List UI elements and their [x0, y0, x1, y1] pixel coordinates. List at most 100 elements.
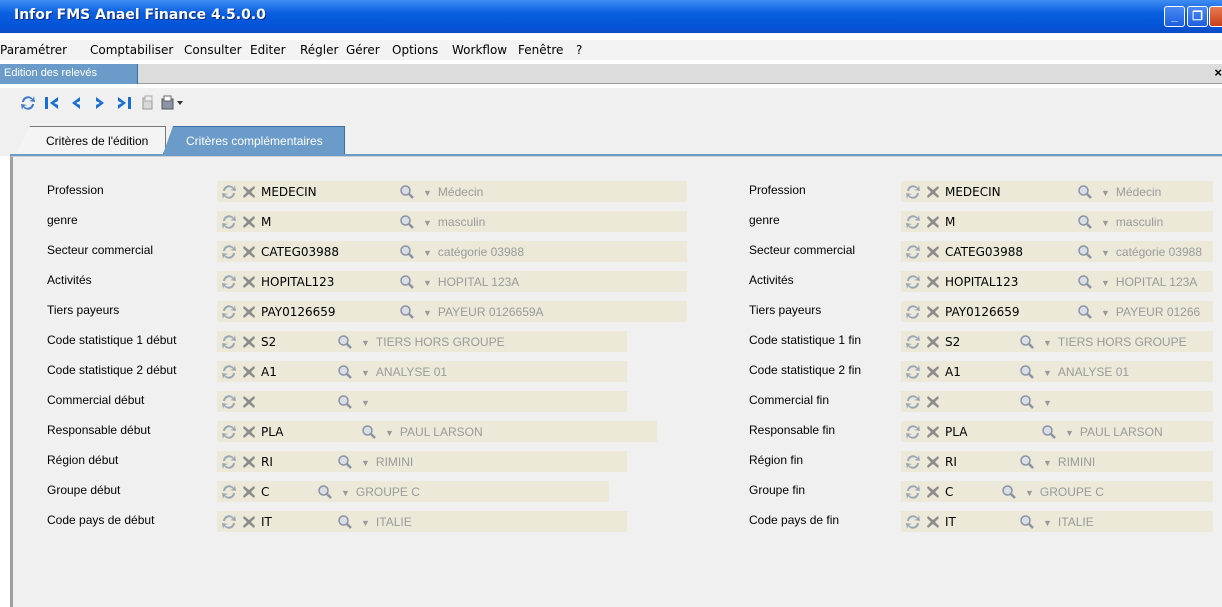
- menu-item[interactable]: Fenêtre: [518, 43, 563, 57]
- search-icon[interactable]: [1077, 304, 1093, 320]
- clear-icon[interactable]: [925, 364, 941, 380]
- refresh-icon[interactable]: [18, 93, 38, 113]
- refresh-icon[interactable]: [221, 364, 237, 380]
- tab-criteres-complementaires[interactable]: Critères complémentaires: [163, 126, 345, 154]
- clear-icon[interactable]: [241, 394, 257, 410]
- code-input[interactable]: A1: [945, 365, 961, 379]
- clear-icon[interactable]: [925, 184, 941, 200]
- search-icon[interactable]: [337, 454, 353, 470]
- code-input[interactable]: M: [261, 215, 271, 229]
- description-dropdown[interactable]: ▼ TIERS HORS GROUPE: [361, 335, 505, 349]
- code-input[interactable]: PLA: [945, 425, 967, 439]
- search-icon[interactable]: [1019, 394, 1035, 410]
- next-record-icon[interactable]: [90, 93, 110, 113]
- description-dropdown[interactable]: ▼ TIERS HORS GROUPE: [1043, 335, 1187, 349]
- description-dropdown[interactable]: ▼ catégorie 03988: [1101, 245, 1202, 259]
- code-input[interactable]: MEDECIN: [945, 185, 1001, 199]
- description-dropdown[interactable]: ▼ HOPITAL 123A: [423, 275, 519, 289]
- clear-icon[interactable]: [241, 484, 257, 500]
- description-dropdown[interactable]: ▼ PAUL LARSON: [385, 425, 483, 439]
- search-icon[interactable]: [337, 394, 353, 410]
- search-icon[interactable]: [1001, 484, 1017, 500]
- search-icon[interactable]: [1077, 244, 1093, 260]
- menu-item[interactable]: Options: [392, 43, 438, 57]
- description-dropdown[interactable]: ▼ masculin: [1101, 215, 1163, 229]
- dropdown-arrow-icon[interactable]: [174, 93, 186, 113]
- minimize-button[interactable]: _: [1164, 6, 1185, 27]
- search-icon[interactable]: [1077, 184, 1093, 200]
- clear-icon[interactable]: [925, 274, 941, 290]
- code-input[interactable]: HOPITAL123: [945, 275, 1018, 289]
- close-document-icon[interactable]: ×: [1214, 65, 1222, 80]
- description-dropdown[interactable]: ▼: [361, 395, 376, 409]
- menu-item[interactable]: Editer: [250, 43, 286, 57]
- code-input[interactable]: A1: [261, 365, 277, 379]
- code-input[interactable]: CATEG03988: [945, 245, 1023, 259]
- refresh-icon[interactable]: [221, 274, 237, 290]
- code-input[interactable]: IT: [261, 515, 272, 529]
- description-dropdown[interactable]: ▼ RIMINI: [1043, 455, 1095, 469]
- search-icon[interactable]: [399, 214, 415, 230]
- refresh-icon[interactable]: [221, 244, 237, 260]
- clear-icon[interactable]: [241, 244, 257, 260]
- clear-icon[interactable]: [925, 424, 941, 440]
- menu-item[interactable]: Consulter: [184, 43, 242, 57]
- clear-icon[interactable]: [925, 304, 941, 320]
- code-input[interactable]: RI: [261, 455, 273, 469]
- search-icon[interactable]: [1019, 454, 1035, 470]
- menu-item[interactable]: Régler: [300, 43, 338, 57]
- search-icon[interactable]: [337, 514, 353, 530]
- previous-record-icon[interactable]: [66, 93, 86, 113]
- search-icon[interactable]: [399, 274, 415, 290]
- clear-icon[interactable]: [241, 214, 257, 230]
- refresh-icon[interactable]: [905, 304, 921, 320]
- clear-icon[interactable]: [241, 184, 257, 200]
- refresh-icon[interactable]: [905, 454, 921, 470]
- refresh-icon[interactable]: [905, 244, 921, 260]
- tab-edition-des-releves[interactable]: Edition des relevés: [0, 64, 138, 84]
- menu-item[interactable]: Paramétrer: [0, 43, 67, 57]
- description-dropdown[interactable]: ▼: [1043, 395, 1058, 409]
- refresh-icon[interactable]: [905, 274, 921, 290]
- refresh-icon[interactable]: [905, 214, 921, 230]
- description-dropdown[interactable]: ▼ PAUL LARSON: [1065, 425, 1163, 439]
- refresh-icon[interactable]: [905, 364, 921, 380]
- code-input[interactable]: C: [261, 485, 269, 499]
- description-dropdown[interactable]: ▼ ANALYSE 01: [1043, 365, 1129, 379]
- tab-criteres-edition[interactable]: Critères de l'édition: [16, 126, 166, 154]
- code-input[interactable]: S2: [261, 335, 276, 349]
- clear-icon[interactable]: [925, 244, 941, 260]
- search-icon[interactable]: [1019, 514, 1035, 530]
- clear-icon[interactable]: [241, 304, 257, 320]
- close-window-button[interactable]: [1209, 6, 1222, 27]
- clear-icon[interactable]: [241, 424, 257, 440]
- clear-icon[interactable]: [241, 514, 257, 530]
- description-dropdown[interactable]: ▼ PAYEUR 0126659A: [423, 305, 544, 319]
- refresh-icon[interactable]: [221, 184, 237, 200]
- search-icon[interactable]: [361, 424, 377, 440]
- code-input[interactable]: PLA: [261, 425, 283, 439]
- code-input[interactable]: HOPITAL123: [261, 275, 334, 289]
- refresh-icon[interactable]: [905, 184, 921, 200]
- code-input[interactable]: M: [945, 215, 955, 229]
- code-input[interactable]: S2: [945, 335, 960, 349]
- search-icon[interactable]: [399, 184, 415, 200]
- search-icon[interactable]: [399, 304, 415, 320]
- code-input[interactable]: PAY0126659: [261, 305, 336, 319]
- clear-icon[interactable]: [925, 214, 941, 230]
- clear-icon[interactable]: [241, 454, 257, 470]
- search-icon[interactable]: [317, 484, 333, 500]
- clear-icon[interactable]: [241, 334, 257, 350]
- refresh-icon[interactable]: [221, 514, 237, 530]
- search-icon[interactable]: [1077, 214, 1093, 230]
- refresh-icon[interactable]: [221, 424, 237, 440]
- refresh-icon[interactable]: [221, 214, 237, 230]
- description-dropdown[interactable]: ▼ HOPITAL 123A: [1101, 275, 1197, 289]
- refresh-icon[interactable]: [221, 394, 237, 410]
- description-dropdown[interactable]: ▼ Médecin: [423, 185, 483, 199]
- description-dropdown[interactable]: ▼ Médecin: [1101, 185, 1161, 199]
- description-dropdown[interactable]: ▼ PAYEUR 01266: [1101, 305, 1200, 319]
- clear-icon[interactable]: [241, 364, 257, 380]
- search-icon[interactable]: [337, 334, 353, 350]
- refresh-icon[interactable]: [221, 454, 237, 470]
